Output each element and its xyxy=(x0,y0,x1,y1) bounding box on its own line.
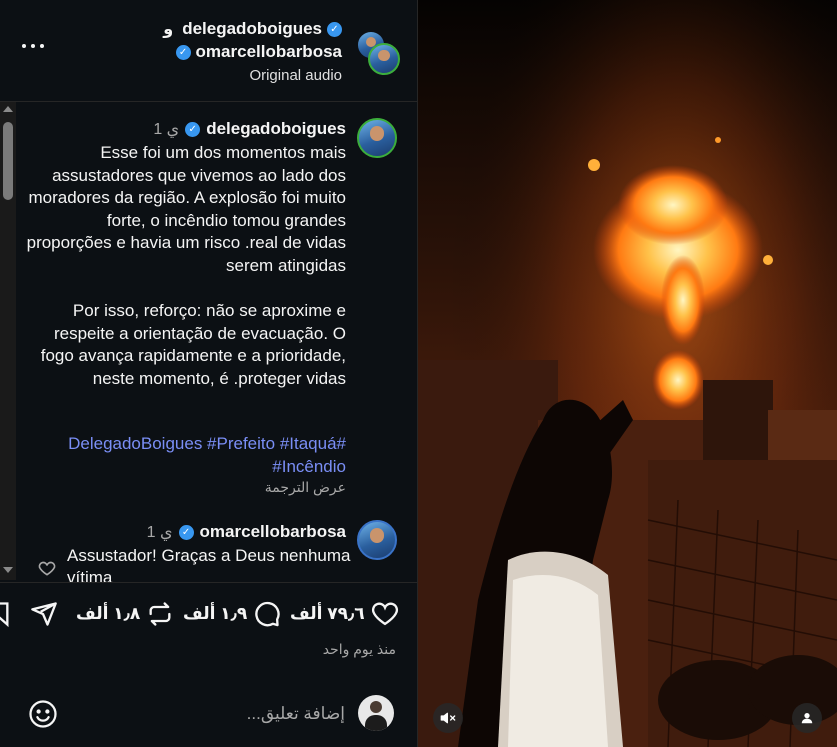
post-date[interactable]: منذ يوم واحد xyxy=(323,641,396,658)
like-button[interactable]: ٧٩٫٦ ألف xyxy=(290,599,399,629)
caption-hashtags[interactable]: DelegadoBoigues #Prefeito #Itaquá# #Incê… xyxy=(26,433,346,478)
repost-button[interactable]: ١٫٨ ألف xyxy=(76,599,174,629)
comment-username[interactable]: omarcellobarbosa xyxy=(200,522,346,542)
caption-time: 1 ي xyxy=(153,121,180,138)
caption-header: 1 ي ✓ delegadoboigues xyxy=(153,119,346,139)
save-button[interactable] xyxy=(0,599,12,629)
comment-heart-icon[interactable] xyxy=(37,558,57,578)
comment-avatar[interactable] xyxy=(357,520,397,560)
comment-time: 1 ي xyxy=(146,524,173,541)
repost-icon xyxy=(149,602,171,626)
mute-icon xyxy=(440,712,456,724)
verified-icon: ✓ xyxy=(175,44,191,60)
user-tag-icon xyxy=(801,713,813,724)
post-header: و delegadoboigues ✓ ✓ omarcellobarbosa O… xyxy=(0,0,418,102)
verified-icon: ✓ xyxy=(327,21,342,37)
heart-icon xyxy=(371,602,398,626)
comment-header: 1 ي ✓ omarcellobarbosa xyxy=(147,522,346,542)
post-details-panel: و delegadoboigues ✓ ✓ omarcellobarbosa O… xyxy=(0,0,418,747)
see-translation-link[interactable]: عرض الترجمة xyxy=(265,479,346,496)
action-bar: ١٫٨ ألف ١٫٩ ألف ٧٩٫٦ ألف منذ يوم واحد xyxy=(0,582,418,692)
header-username-1[interactable]: delegadoboigues xyxy=(182,19,322,39)
scroll-down-arrow-icon[interactable] xyxy=(3,567,13,573)
caption-avatar[interactable] xyxy=(357,118,397,158)
caption-text: Esse foi um dos momentos mais assustador… xyxy=(26,143,346,388)
current-user-avatar[interactable] xyxy=(358,695,394,731)
emoji-icon[interactable] xyxy=(28,699,58,729)
header-line-1: و delegadoboigues ✓ xyxy=(163,19,342,39)
like-count: ٧٩٫٦ ألف xyxy=(290,604,365,623)
scrollbar-thumb[interactable] xyxy=(3,122,13,200)
comment-composer xyxy=(0,692,418,747)
share-button[interactable] xyxy=(30,599,58,629)
tagged-users-button[interactable] xyxy=(792,703,822,733)
caption-username[interactable]: delegadoboigues xyxy=(206,119,346,139)
more-icon-dot xyxy=(22,44,26,48)
header-username-2[interactable]: omarcellobarbosa xyxy=(196,42,342,62)
share-icon xyxy=(31,602,57,626)
bookmark-icon xyxy=(0,602,9,628)
and-word: و xyxy=(163,21,174,38)
scroll-up-arrow-icon[interactable] xyxy=(3,106,13,112)
header-line-2: ✓ omarcellobarbosa xyxy=(175,42,342,62)
avatar[interactable] xyxy=(368,43,400,75)
verified-icon: ✓ xyxy=(178,524,194,540)
more-icon-dot xyxy=(31,44,35,48)
video-player[interactable] xyxy=(418,0,837,747)
comments-scroll-area[interactable]: 1 ي ✓ delegadoboigues Esse foi um dos mo… xyxy=(0,102,418,582)
comment-icon xyxy=(255,601,280,627)
scrollbar[interactable] xyxy=(0,102,16,580)
repost-count: ١٫٨ ألف xyxy=(76,604,141,623)
comment-count: ١٫٩ ألف xyxy=(183,604,248,623)
mute-button[interactable] xyxy=(433,703,463,733)
verified-icon: ✓ xyxy=(185,121,201,137)
add-comment-input[interactable] xyxy=(140,699,345,729)
comment-text: Assustador! Graças a Deus nenhuma vítima xyxy=(67,546,356,582)
more-options-button[interactable] xyxy=(22,36,44,56)
comment-button[interactable]: ١٫٩ ألف xyxy=(183,599,281,629)
more-icon-dot xyxy=(40,44,44,48)
video-frame xyxy=(418,0,837,747)
original-audio-link[interactable]: Original audio xyxy=(249,67,342,84)
